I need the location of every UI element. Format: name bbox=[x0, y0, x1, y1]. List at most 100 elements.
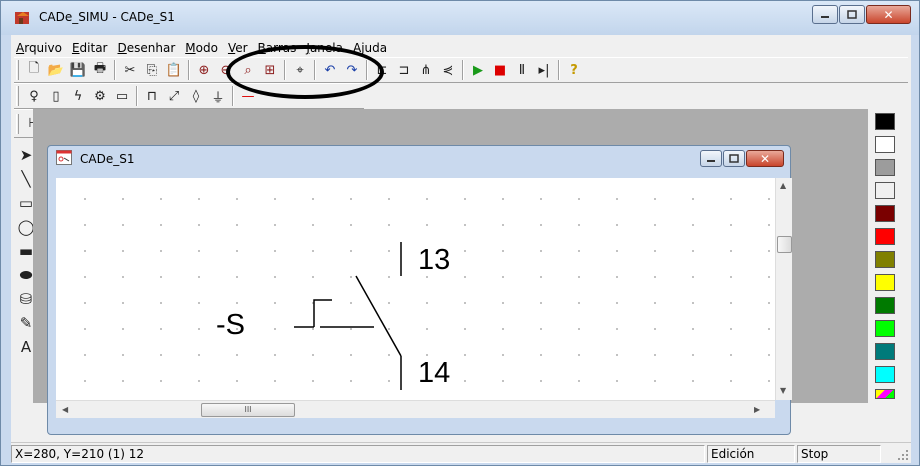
scroll-right-icon[interactable]: ▶ bbox=[754, 405, 760, 414]
plug-icon: ⏚ bbox=[211, 90, 225, 106]
menu-item-0[interactable]: Arquivo bbox=[11, 38, 67, 58]
minimize-icon bbox=[707, 159, 715, 162]
plug-button[interactable]: ⏚ bbox=[207, 85, 229, 107]
coil-button[interactable]: ▭ bbox=[111, 85, 133, 107]
maximize-icon bbox=[729, 154, 739, 163]
color-swatch[interactable] bbox=[875, 113, 895, 130]
vertical-scrollbar[interactable]: ▲ ▼ bbox=[775, 178, 792, 400]
fuse-button[interactable]: ▯ bbox=[45, 85, 67, 107]
align-right-button[interactable]: ⋔ bbox=[415, 59, 437, 81]
component-label: -S bbox=[216, 309, 245, 341]
copy-icon: ⎘ bbox=[146, 62, 158, 78]
color-swatch[interactable] bbox=[875, 343, 895, 360]
stop-button[interactable]: ■ bbox=[489, 59, 511, 81]
status-bar: X=280, Y=210 (1) 12 Edición Stop bbox=[11, 442, 911, 463]
help-button[interactable]: ? bbox=[563, 59, 585, 81]
run-icon: ▶ bbox=[473, 62, 483, 78]
color-swatch[interactable] bbox=[875, 274, 895, 291]
document-title: CADe_S1 bbox=[80, 152, 135, 166]
doc-maximize-button[interactable] bbox=[723, 150, 745, 167]
resize-grip-icon[interactable] bbox=[897, 449, 909, 461]
copy-button[interactable]: ⎘ bbox=[141, 59, 163, 81]
status-mode: Edición bbox=[707, 445, 795, 463]
drawing-document-window: CADe_S1 ✕ -S 13 14 ▲ ▼ ◀ III ▶ bbox=[47, 145, 792, 435]
open-folder-icon: 📂 bbox=[47, 62, 65, 78]
standard-toolbar: 🗋 📂 💾 🖶 ✂ ⎘ 📋 ⊕ ⊖ ⌕ ⊞ ⌖ ↶ ↷ ⊏ ⊐ ⋔ ⋞ ▶ ■ Ⅱ ▸|? bbox=[14, 57, 908, 83]
sensor-button[interactable]: ◊ bbox=[185, 85, 207, 107]
toolbar-grip[interactable] bbox=[16, 113, 19, 134]
switch-button[interactable]: ϟ bbox=[67, 85, 89, 107]
align-center-button[interactable]: ⊐ bbox=[393, 59, 415, 81]
color-swatch[interactable] bbox=[875, 297, 895, 314]
custom-color-swatch[interactable] bbox=[875, 389, 895, 399]
menu-item-3[interactable]: Modo bbox=[180, 38, 223, 58]
color-swatch[interactable] bbox=[875, 136, 895, 153]
filled-rectangle-icon: ▬ bbox=[18, 242, 34, 260]
cut-button[interactable]: ✂ bbox=[119, 59, 141, 81]
step-button[interactable]: ▸| bbox=[533, 59, 555, 81]
window-title: CADe_SIMU - CADe_S1 bbox=[39, 10, 175, 24]
line-icon: ╲ bbox=[21, 170, 31, 188]
color-swatch[interactable] bbox=[875, 205, 895, 222]
toolbar-separator bbox=[558, 60, 560, 80]
color-swatch[interactable] bbox=[875, 366, 895, 383]
run-button[interactable]: ▶ bbox=[467, 59, 489, 81]
pushbutton-button[interactable]: ⤢ bbox=[163, 85, 185, 107]
close-icon: ✕ bbox=[759, 151, 771, 166]
color-swatch[interactable] bbox=[875, 228, 895, 245]
color-swatch[interactable] bbox=[875, 182, 895, 199]
menu-item-2[interactable]: Desenhar bbox=[113, 38, 181, 58]
document-icon bbox=[56, 150, 72, 165]
color-swatch[interactable] bbox=[875, 320, 895, 337]
paste-icon: 📋 bbox=[165, 62, 183, 78]
paste-button[interactable]: 📋 bbox=[163, 59, 185, 81]
zoom-in-button[interactable]: ⊕ bbox=[193, 59, 215, 81]
horizontal-scrollbar[interactable]: ◀ III ▶ bbox=[56, 400, 775, 418]
cut-icon: ✂ bbox=[124, 62, 136, 78]
motor-button[interactable]: ⚙ bbox=[89, 85, 111, 107]
minimize-icon bbox=[821, 15, 829, 18]
scroll-down-icon[interactable]: ▼ bbox=[780, 386, 786, 395]
app-logo-icon bbox=[15, 12, 29, 24]
pause-button[interactable]: Ⅱ bbox=[511, 59, 533, 81]
toolbar-grip[interactable] bbox=[16, 60, 19, 80]
doc-close-button[interactable]: ✕ bbox=[746, 150, 784, 167]
toolbar-separator bbox=[114, 60, 116, 80]
text-icon: A bbox=[20, 338, 32, 356]
color-swatch[interactable] bbox=[875, 159, 895, 176]
scroll-up-icon[interactable]: ▲ bbox=[780, 181, 786, 190]
align-right-icon: ⋔ bbox=[420, 62, 432, 78]
app-window: CADe_SIMU - CADe_S1 ✕ Arquivo Editar Desen… bbox=[0, 0, 920, 466]
horizontal-scroll-thumb[interactable]: III bbox=[201, 403, 295, 417]
color-swatch[interactable] bbox=[875, 251, 895, 268]
print-button[interactable]: 🖶 bbox=[89, 59, 111, 81]
close-icon: ✕ bbox=[883, 7, 894, 22]
window-controls: ✕ bbox=[811, 5, 911, 24]
scroll-left-icon[interactable]: ◀ bbox=[62, 405, 68, 414]
new-file-button[interactable]: 🗋 bbox=[23, 59, 45, 81]
open-folder-button[interactable]: 📂 bbox=[45, 59, 67, 81]
align-top-button[interactable]: ⋞ bbox=[437, 59, 459, 81]
save-icon: 💾 bbox=[69, 62, 87, 78]
new-file-icon: 🗋 bbox=[28, 61, 40, 76]
save-button[interactable]: 💾 bbox=[67, 59, 89, 81]
doc-minimize-button[interactable] bbox=[700, 150, 722, 167]
terminal-label-14: 14 bbox=[418, 357, 450, 389]
stop-icon: ■ bbox=[493, 62, 507, 78]
toolbar-grip[interactable] bbox=[16, 86, 19, 106]
color-picker-icon: ✎ bbox=[19, 314, 33, 332]
minimize-button[interactable] bbox=[812, 5, 838, 24]
status-coordinates: X=280, Y=210 (1) 12 bbox=[11, 445, 705, 463]
close-button[interactable]: ✕ bbox=[866, 5, 911, 24]
lamp-button[interactable]: ♀ bbox=[23, 85, 45, 107]
title-bar[interactable]: CADe_SIMU - CADe_S1 ✕ bbox=[1, 1, 919, 35]
step-icon: ▸| bbox=[538, 62, 550, 78]
vertical-scroll-thumb[interactable] bbox=[777, 236, 792, 253]
contact-button[interactable]: ⊓ bbox=[141, 85, 163, 107]
maximize-icon bbox=[847, 10, 857, 19]
zoom-in-icon: ⊕ bbox=[198, 62, 210, 78]
menu-item-1[interactable]: Editar bbox=[67, 38, 113, 58]
maximize-button[interactable] bbox=[839, 5, 865, 24]
help-icon: ? bbox=[570, 62, 578, 78]
print-icon: 🖶 bbox=[93, 61, 107, 76]
